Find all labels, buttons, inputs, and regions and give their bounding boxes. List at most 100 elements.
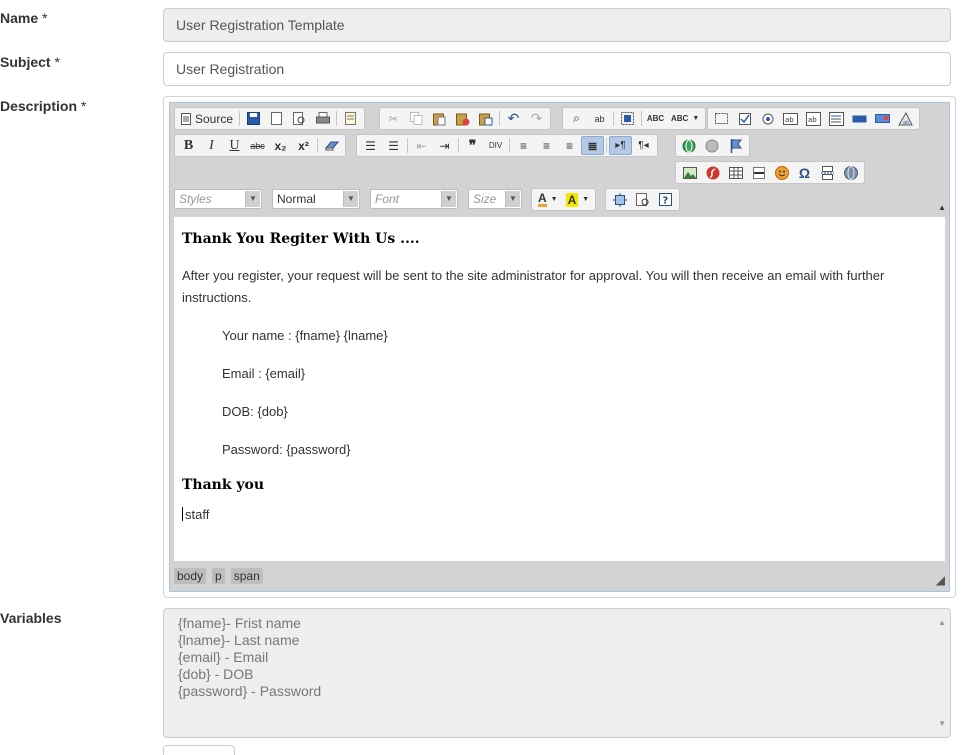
paste-button[interactable] <box>428 109 451 128</box>
scroll-down-icon[interactable]: ▼ <box>938 715 946 732</box>
table-button[interactable] <box>724 163 747 182</box>
page-break-button[interactable] <box>816 163 839 182</box>
horizontal-rule-button[interactable] <box>747 163 770 182</box>
scroll-up-icon[interactable]: ▲ <box>938 614 946 631</box>
print-button[interactable] <box>311 109 334 128</box>
cut-button[interactable]: ✂ <box>382 109 405 128</box>
image-button[interactable] <box>678 163 701 182</box>
paste-word-button[interactable] <box>474 109 497 128</box>
format-dropdown[interactable]: Normal ▼ <box>272 189 360 209</box>
textfield-button[interactable]: ab <box>779 109 802 128</box>
button-field-button[interactable] <box>848 109 871 128</box>
path-crumb-body[interactable]: body <box>174 568 207 584</box>
justify-button[interactable]: ≣ <box>581 136 604 155</box>
save-button[interactable] <box>242 109 265 128</box>
outdent-button[interactable]: ⇤ <box>410 136 433 155</box>
iframe-button[interactable] <box>839 163 862 182</box>
hidden-field-button[interactable]: ab <box>894 109 917 128</box>
redo-button[interactable]: ↷ <box>525 109 548 128</box>
remove-format-button[interactable] <box>320 136 343 155</box>
variable-line: {password} - Password <box>178 683 322 699</box>
submit-button[interactable] <box>163 745 235 755</box>
about-button[interactable]: ? <box>654 190 677 209</box>
unlink-button[interactable] <box>701 136 724 155</box>
spellcheck-icon: ABC <box>646 114 665 123</box>
text-color-button[interactable]: A ▼ <box>534 190 562 209</box>
show-blocks-icon <box>635 192 648 206</box>
chevron-down-icon: ▼ <box>550 196 558 203</box>
variables-textarea[interactable]: {fname}- Frist name {lname}- Last name {… <box>163 608 951 738</box>
image-button-icon <box>875 114 890 123</box>
copy-button[interactable] <box>405 109 428 128</box>
content-field-email: Email : {email} <box>222 366 306 381</box>
undo-button[interactable]: ↶ <box>502 109 525 128</box>
ltr-icon: ▸¶ <box>615 140 626 151</box>
content-intro: After you register, your request will be… <box>182 268 885 305</box>
text-color-icon: A <box>538 191 547 207</box>
redo-icon: ↷ <box>530 110 543 126</box>
select-field-button[interactable] <box>825 109 848 128</box>
checkbox-button[interactable] <box>733 109 756 128</box>
source-button[interactable]: Source <box>177 109 237 128</box>
styles-dropdown[interactable]: Styles ▼ <box>174 189 262 209</box>
align-right-button[interactable]: ≡ <box>558 136 581 155</box>
align-center-button[interactable]: ≡ <box>535 136 558 155</box>
ltr-button[interactable]: ▸¶ <box>609 136 632 155</box>
maximize-button[interactable] <box>608 190 631 209</box>
replace-button[interactable]: ab <box>588 109 611 128</box>
flash-button[interactable] <box>701 163 724 182</box>
maximize-icon <box>612 192 627 207</box>
subject-input[interactable]: User Registration <box>163 52 951 86</box>
radio-button[interactable] <box>756 109 779 128</box>
textarea-button[interactable]: ab <box>802 109 825 128</box>
bulleted-list-button[interactable]: ☰ <box>382 136 405 155</box>
find-button[interactable]: ⌕ <box>565 109 588 128</box>
toolbar-collapse-icon[interactable]: ▲ <box>938 203 946 212</box>
editor-content[interactable]: Thank You Regiter With Us .... After you… <box>174 217 945 563</box>
image-button-field-button[interactable] <box>871 109 894 128</box>
bold-button[interactable]: B <box>177 136 200 155</box>
scayt-button[interactable]: ABC ▼ <box>667 109 703 128</box>
chevron-down-icon: ▼ <box>505 191 520 207</box>
form-button[interactable] <box>710 109 733 128</box>
strikethrough-button[interactable]: abc <box>246 136 269 155</box>
italic-icon: I <box>209 137 214 153</box>
superscript-button[interactable]: x² <box>292 136 315 155</box>
italic-button[interactable]: I <box>200 136 223 155</box>
toolbar-group-forms: ab ab ab <box>707 107 920 130</box>
toolbar-group-colors: A ▼ A ▼ <box>531 188 597 211</box>
font-dropdown[interactable]: Font ▼ <box>370 189 458 209</box>
background-color-button[interactable]: A ▼ <box>562 190 594 209</box>
smiley-button[interactable] <box>770 163 793 182</box>
resize-handle-icon[interactable]: ◢ <box>936 573 945 587</box>
strikethrough-icon: abc <box>250 140 265 151</box>
spellcheck-button[interactable]: ABC <box>644 109 667 128</box>
show-blocks-button[interactable] <box>631 190 654 209</box>
new-page-button[interactable] <box>265 109 288 128</box>
paste-text-button[interactable] <box>451 109 474 128</box>
description-editor: Source ✂ ↶ ↷ ⌕ ab ABC ABC ▼ ab ab ab B I… <box>163 96 956 598</box>
underline-button[interactable]: U <box>223 136 246 155</box>
blockquote-button[interactable]: ❞ <box>461 136 484 155</box>
templates-button[interactable] <box>339 109 362 128</box>
path-crumb-p[interactable]: p <box>212 568 225 584</box>
special-char-button[interactable]: Ω <box>793 163 816 182</box>
rtl-button[interactable]: ¶◂ <box>632 136 655 155</box>
name-input[interactable]: User Registration Template <box>163 8 951 42</box>
size-dropdown[interactable]: Size ▼ <box>468 189 522 209</box>
numbered-list-button[interactable]: ☰ <box>359 136 382 155</box>
flash-icon <box>706 166 719 179</box>
scayt-icon: ABC <box>671 114 689 123</box>
preview-icon <box>293 112 305 125</box>
subject-label: Subject * <box>0 54 60 70</box>
link-button[interactable] <box>678 136 701 155</box>
create-div-button[interactable]: DIV <box>484 136 507 155</box>
anchor-button[interactable] <box>724 136 747 155</box>
save-icon <box>247 112 261 125</box>
path-crumb-span[interactable]: span <box>230 568 263 584</box>
subscript-button[interactable]: x₂ <box>269 136 292 155</box>
preview-button[interactable] <box>288 109 311 128</box>
indent-button[interactable]: ⇥ <box>433 136 456 155</box>
align-left-button[interactable]: ≡ <box>512 136 535 155</box>
select-all-button[interactable] <box>616 109 639 128</box>
